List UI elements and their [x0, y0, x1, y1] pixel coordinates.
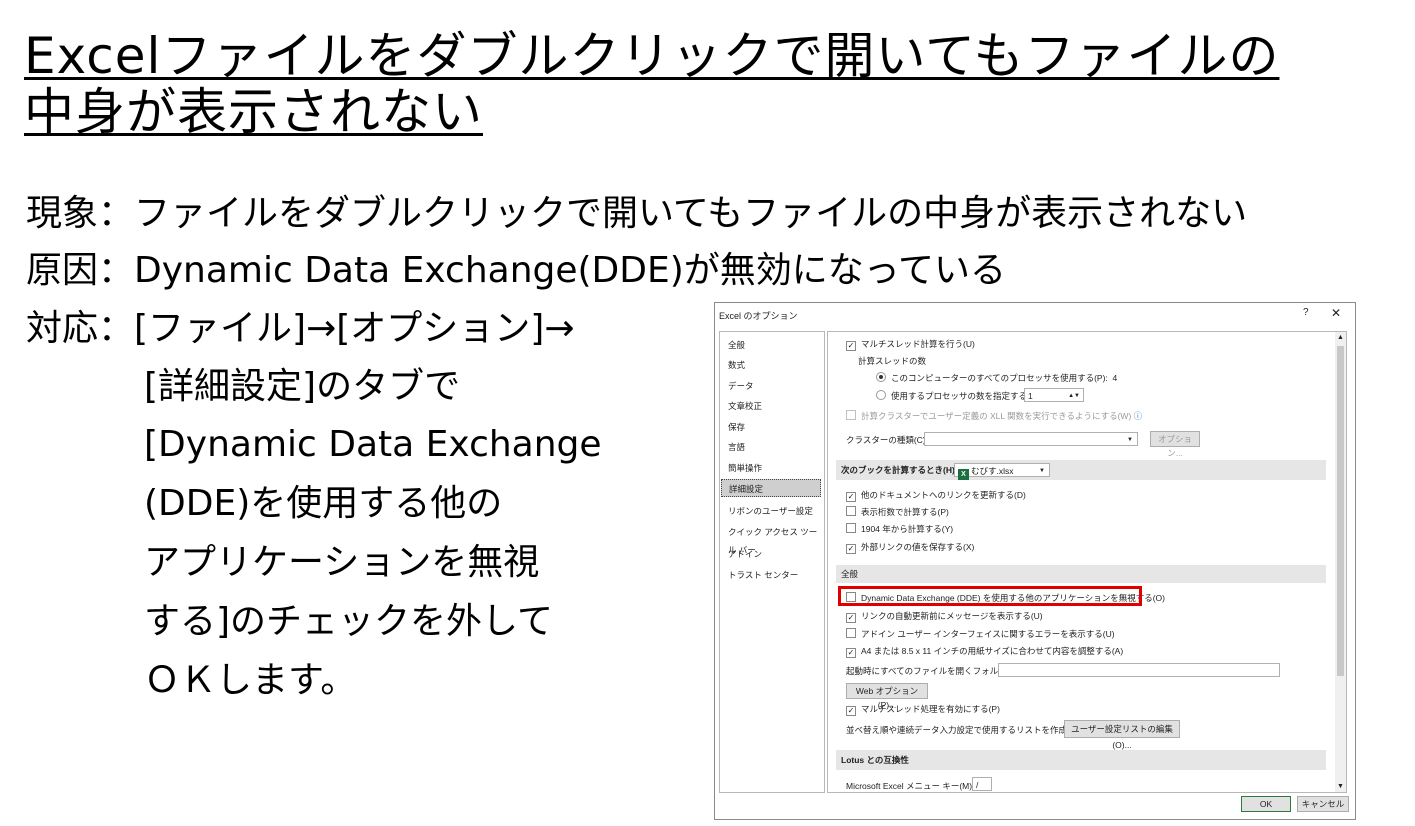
date-1904-checkbox[interactable]: 1904 年から計算する(Y)	[846, 523, 953, 535]
all-processors-radio[interactable]: このコンピューターのすべてのプロセッサを使用する(P): 4	[876, 372, 1117, 384]
update-links-checkbox[interactable]: ✓ 他のドキュメントへのリンクを更新する(D)	[846, 489, 1026, 502]
nav-item-language[interactable]: 言語	[721, 438, 821, 456]
symptom-text: 現象：ファイルをダブルクリックで開いてもファイルの中身が表示されない	[26, 193, 1248, 234]
spinner-arrows-icon: ▲▼	[1068, 393, 1080, 399]
lotus-section: Lotus との互換性	[836, 750, 1326, 770]
scroll-thumb[interactable]	[1337, 346, 1344, 676]
dde-highlight-box	[838, 586, 1142, 606]
excel-file-icon: X	[958, 469, 969, 480]
menu-key-label: Microsoft Excel メニュー キー(M):	[846, 781, 975, 791]
nav-item-quick-access-toolbar[interactable]: クイック アクセス ツール バー	[721, 523, 821, 555]
save-external-links-checkbox[interactable]: ✓ 外部リンクの値を保存する(X)	[846, 541, 974, 554]
chevron-down-icon: ▼	[1039, 468, 1045, 474]
workbook-dropdown[interactable]: X むびす.xlsx ▼	[954, 463, 1050, 480]
options-nav: 全般 数式 データ 文章校正 保存 言語 簡単操作 詳細設定 リボンのユーザー設…	[719, 331, 825, 793]
ask-update-links-checkbox[interactable]: ✓ リンクの自動更新前にメッセージを表示する(U)	[846, 610, 1043, 623]
slide-title: Excelファイルをダブルクリックで開いてもファイルの 中身が表示されない	[24, 27, 1280, 141]
checkbox-icon	[846, 506, 856, 516]
addin-errors-checkbox[interactable]: アドイン ユーザー インターフェイスに関するエラーを表示する(U)	[846, 628, 1115, 640]
action-line: (DDE)を使用する他の	[144, 483, 503, 524]
nav-item-accessibility[interactable]: 簡単操作	[721, 459, 821, 477]
scroll-up-icon[interactable]: ▲	[1337, 334, 1344, 341]
scale-paper-size-checkbox[interactable]: ✓ A4 または 8.5 x 11 インチの用紙サイズに合わせて内容を調整する(A…	[846, 645, 1123, 658]
general-section: 全般	[836, 565, 1326, 583]
checkbox-icon: ✓	[846, 648, 856, 658]
settings-scrollbar[interactable]: ▲ ▼	[1335, 331, 1347, 793]
cluster-type-dropdown[interactable]: ▼	[924, 432, 1138, 446]
scroll-down-icon[interactable]: ▼	[1337, 783, 1344, 790]
nav-item-advanced[interactable]: 詳細設定	[721, 479, 821, 497]
checkbox-icon: ✓	[846, 492, 856, 502]
startup-folder-input[interactable]	[998, 663, 1280, 677]
checkbox-icon	[846, 410, 856, 420]
manual-processors-radio[interactable]: 使用するプロセッサの数を指定する(M):	[876, 390, 1042, 402]
ok-button[interactable]: OK	[1241, 796, 1291, 812]
workbook-calc-section: 次のブックを計算するとき(H):	[836, 460, 1326, 480]
nav-item-addins[interactable]: アドイン	[721, 545, 821, 563]
action-line: アプリケーションを無視	[144, 542, 540, 583]
dialog-title: Excel のオプション	[719, 311, 798, 321]
checkbox-icon: ✓	[846, 544, 856, 554]
close-icon[interactable]: ✕	[1331, 306, 1341, 320]
radio-icon	[876, 390, 886, 400]
action-line: [詳細設定]のタブで	[144, 366, 461, 407]
checkbox-icon: ✓	[846, 706, 856, 716]
nav-item-save[interactable]: 保存	[721, 418, 821, 436]
thread-count-label: 計算スレッドの数	[858, 356, 927, 366]
custom-list-label: 並べ替え順や連続データ入力設定で使用するリストを作成します:	[846, 725, 1095, 735]
cluster-type-label: クラスターの種類(C):	[846, 435, 928, 445]
action-line: する]のチェックを外して	[144, 601, 553, 642]
processor-count-spinner[interactable]: 1 ▲▼	[1024, 388, 1084, 402]
info-icon: ⓘ	[1131, 411, 1143, 421]
action-line: ＯＫします。	[144, 660, 357, 701]
cause-text: 原因：Dynamic Data Exchange(DDE)が無効になっている	[26, 250, 1006, 291]
checkbox-icon: ✓	[846, 341, 856, 351]
checkbox-icon	[846, 628, 856, 638]
checkbox-icon	[846, 523, 856, 533]
nav-item-trust-center[interactable]: トラスト センター	[721, 566, 821, 584]
radio-icon	[876, 372, 886, 382]
action-line: [Dynamic Data Exchange	[144, 424, 602, 465]
excel-options-dialog: Excel のオプション ? ✕ 全般 数式 データ 文章校正 保存 言語 簡単…	[714, 302, 1356, 820]
nav-item-customize-ribbon[interactable]: リボンのユーザー設定	[721, 502, 821, 520]
edit-custom-lists-button[interactable]: ユーザー設定リストの編集(O)...	[1064, 720, 1180, 750]
nav-item-formulas[interactable]: 数式	[721, 356, 821, 374]
help-button[interactable]: ?	[1303, 307, 1309, 318]
cancel-button[interactable]: キャンセル	[1297, 796, 1349, 812]
xll-cluster-checkbox[interactable]: 計算クラスターでユーザー定義の XLL 関数を実行できるようにする(W) ⓘ	[846, 410, 1142, 422]
nav-item-data[interactable]: データ	[721, 377, 821, 395]
advanced-settings-pane: ✓ マルチスレッド計算を行う(U) 計算スレッドの数 このコンピューターのすべての…	[827, 331, 1337, 793]
nav-item-proofing[interactable]: 文章校正	[721, 397, 821, 415]
action-lead-text: 対応：[ファイル]→[オプション]→	[26, 308, 575, 349]
checkbox-icon: ✓	[846, 613, 856, 623]
web-options-button[interactable]: Web オプション(P)...	[846, 683, 928, 710]
multithread-processing-checkbox[interactable]: ✓ マルチスレッド処理を有効にする(P)	[846, 703, 1000, 716]
menu-key-input[interactable]: /	[972, 777, 992, 791]
cluster-options-button[interactable]: オプション...	[1150, 431, 1200, 458]
chevron-down-icon: ▼	[1127, 437, 1133, 443]
nav-item-general[interactable]: 全般	[721, 336, 821, 354]
precision-as-displayed-checkbox[interactable]: 表示桁数で計算する(P)	[846, 506, 949, 518]
multithread-calc-checkbox[interactable]: ✓ マルチスレッド計算を行う(U)	[846, 338, 975, 351]
